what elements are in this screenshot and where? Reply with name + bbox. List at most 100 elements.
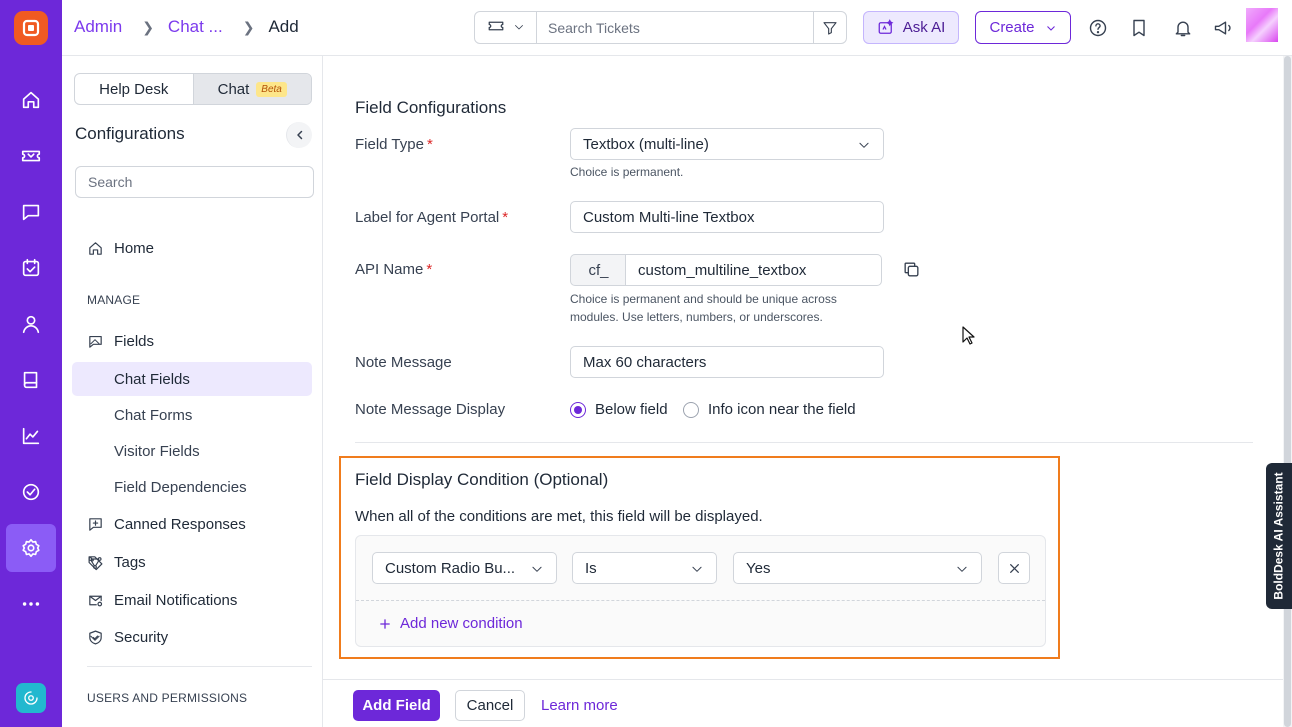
nav-reports-icon[interactable] bbox=[6, 412, 56, 460]
app-logo[interactable] bbox=[14, 11, 48, 45]
condition-operator-value: Is bbox=[585, 559, 597, 577]
condition-value-select[interactable]: Yes bbox=[733, 552, 982, 584]
chevron-up-icon bbox=[86, 333, 104, 351]
logo-icon bbox=[22, 19, 40, 37]
sidebar-item-security[interactable]: Security bbox=[72, 620, 312, 654]
chevron-down-icon bbox=[1046, 25, 1055, 31]
add-field-button[interactable]: Add Field bbox=[353, 690, 440, 721]
sidebar-item-field-dependencies[interactable]: Field Dependencies bbox=[72, 470, 312, 504]
sidebar-item-home[interactable]: Home bbox=[72, 231, 312, 265]
radio-info-icon[interactable]: Info icon near the field bbox=[683, 401, 856, 418]
breadcrumb-current: Add bbox=[268, 17, 299, 36]
radio-label: Info icon near the field bbox=[708, 401, 856, 418]
dashed-divider bbox=[356, 600, 1045, 601]
radio-checked-icon bbox=[570, 401, 586, 418]
nav-tickets-icon[interactable] bbox=[6, 132, 56, 180]
api-name-input[interactable]: custom_multiline_textbox bbox=[625, 254, 882, 286]
field-type-value: Textbox (multi-line) bbox=[583, 135, 709, 153]
create-label: Create bbox=[989, 19, 1035, 36]
nav-tasks-icon[interactable] bbox=[6, 244, 56, 292]
add-condition-button[interactable]: Add new condition bbox=[378, 615, 523, 632]
users-permissions-section-label: USERS AND PERMISSIONS bbox=[87, 691, 248, 705]
nav-knowledge-icon[interactable] bbox=[6, 356, 56, 404]
divider bbox=[87, 666, 312, 667]
search-type-dropdown[interactable] bbox=[475, 12, 537, 43]
nav-approvals-icon[interactable] bbox=[6, 468, 56, 516]
chevron-down-icon bbox=[530, 562, 544, 580]
api-prefix: cf_ bbox=[570, 254, 626, 286]
config-sidebar: Help Desk Chat Beta Configurations Search… bbox=[62, 56, 323, 727]
nav-more-icon[interactable] bbox=[6, 580, 56, 628]
divider bbox=[355, 442, 1253, 443]
canned-response-icon bbox=[86, 515, 104, 533]
mail-settings-icon bbox=[86, 591, 104, 609]
sidebar-item-canned-responses[interactable]: Canned Responses bbox=[72, 507, 312, 541]
cancel-button[interactable]: Cancel bbox=[455, 690, 525, 721]
ticket-search-input[interactable]: Search Tickets bbox=[537, 12, 813, 43]
api-name-help: Choice is permanent and should be unique… bbox=[570, 290, 837, 326]
note-message-input[interactable]: Max 60 characters bbox=[570, 346, 884, 378]
radio-below-field[interactable]: Below field bbox=[570, 401, 668, 418]
plus-icon bbox=[380, 618, 390, 629]
app-switcher-icon[interactable] bbox=[16, 683, 46, 713]
help-icon[interactable] bbox=[1086, 16, 1110, 40]
sidebar-item-label: Home bbox=[114, 239, 155, 257]
bell-icon[interactable] bbox=[1171, 16, 1195, 40]
nav-home-icon[interactable] bbox=[6, 76, 56, 124]
scrollbar[interactable] bbox=[1283, 56, 1292, 727]
sidebar-item-chat-forms[interactable]: Chat Forms bbox=[72, 398, 312, 432]
condition-operator-select[interactable]: Is bbox=[572, 552, 717, 584]
condition-description: When all of the conditions are met, this… bbox=[355, 508, 763, 525]
nav-settings-icon[interactable] bbox=[6, 524, 56, 572]
chevron-down-icon bbox=[513, 20, 525, 36]
field-type-label-text: Field Type bbox=[355, 136, 424, 153]
sidebar-item-chat-fields[interactable]: Chat Fields bbox=[72, 362, 312, 396]
avatar[interactable] bbox=[1246, 8, 1278, 42]
condition-value-value: Yes bbox=[746, 559, 771, 577]
bookmark-icon[interactable] bbox=[1127, 16, 1151, 40]
condition-field-value: Custom Radio Bu... bbox=[385, 559, 516, 577]
chevron-right-icon: ❯ bbox=[242, 18, 255, 35]
ai-assistant-label: BoldDesk AI Assistant bbox=[1272, 472, 1286, 600]
breadcrumb-chat[interactable]: Chat ... bbox=[168, 17, 223, 37]
note-display-label: Note Message Display bbox=[355, 401, 506, 418]
sidebar-search-input[interactable]: Search bbox=[75, 166, 314, 198]
condition-panel: Custom Radio Bu... Is Yes Add new condit… bbox=[355, 535, 1046, 647]
required-mark: * bbox=[502, 209, 509, 226]
required-mark: * bbox=[426, 261, 433, 278]
mouse-pointer-icon bbox=[962, 326, 976, 349]
tab-help-desk[interactable]: Help Desk bbox=[75, 74, 193, 104]
sidebar-item-visitor-fields[interactable]: Visitor Fields bbox=[72, 434, 312, 468]
create-button[interactable]: Create bbox=[975, 11, 1071, 44]
api-help-line-1: Choice is permanent and should be unique… bbox=[570, 292, 837, 306]
chevron-down-icon bbox=[690, 562, 704, 580]
sidebar-item-label: Tags bbox=[114, 553, 146, 571]
home-icon bbox=[86, 239, 104, 257]
manage-section-label: MANAGE bbox=[87, 293, 141, 307]
collapse-sidebar-icon[interactable] bbox=[286, 122, 312, 148]
announcement-icon[interactable] bbox=[1211, 16, 1235, 40]
field-type-select[interactable]: Textbox (multi-line) bbox=[570, 128, 884, 160]
agent-label-input[interactable]: Custom Multi-line Textbox bbox=[570, 201, 884, 233]
breadcrumb-admin[interactable]: Admin bbox=[74, 17, 122, 37]
ask-ai-button[interactable]: Ask AI bbox=[863, 11, 959, 44]
condition-field-select[interactable]: Custom Radio Bu... bbox=[372, 552, 557, 584]
display-condition-section: Field Display Condition (Optional) When … bbox=[339, 456, 1060, 659]
remove-condition-button[interactable] bbox=[998, 552, 1030, 584]
ai-assistant-tab[interactable]: BoldDesk AI Assistant bbox=[1266, 463, 1292, 609]
scrollbar-thumb[interactable] bbox=[1284, 56, 1291, 727]
sidebar-item-tags[interactable]: Tags bbox=[72, 545, 312, 579]
copy-icon[interactable] bbox=[902, 260, 922, 280]
sidebar-item-email-notifications[interactable]: Email Notifications bbox=[72, 583, 312, 617]
nav-chat-icon[interactable] bbox=[6, 188, 56, 236]
field-type-label: Field Type * bbox=[355, 136, 433, 153]
tab-chat[interactable]: Chat Beta bbox=[192, 74, 311, 104]
note-message-label: Note Message bbox=[355, 354, 452, 371]
nav-contacts-icon[interactable] bbox=[6, 300, 56, 348]
chevron-right-icon: ❯ bbox=[142, 18, 154, 35]
learn-more-link[interactable]: Learn more bbox=[541, 697, 618, 714]
sidebar-item-fields[interactable]: Fields bbox=[72, 324, 312, 358]
required-mark: * bbox=[426, 136, 433, 153]
ai-tag-icon bbox=[86, 554, 104, 572]
filter-icon[interactable] bbox=[813, 12, 846, 43]
